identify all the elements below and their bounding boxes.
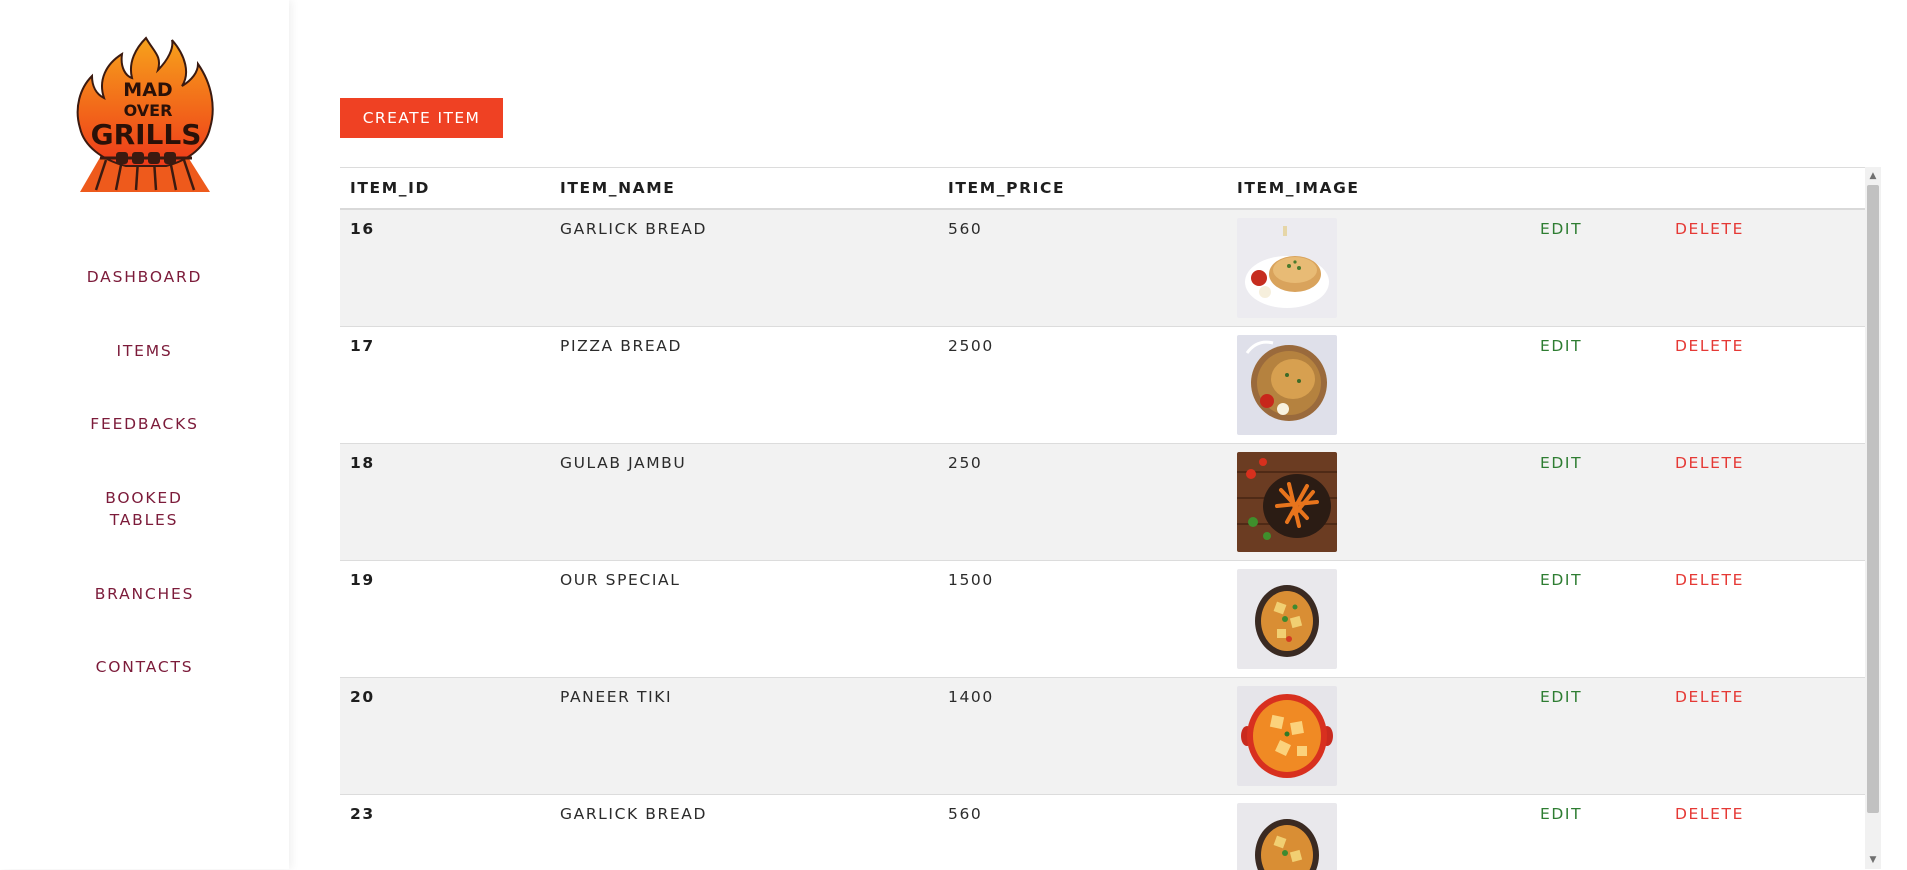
header-item-id: ITEM_ID xyxy=(350,179,430,197)
scrollbar-thumb[interactable] xyxy=(1867,185,1879,813)
item-id-cell: 17 xyxy=(350,337,375,355)
item-image xyxy=(1237,218,1337,318)
item-name-cell: GULAB JAMBU xyxy=(560,454,687,472)
item-price-cell: 2500 xyxy=(948,337,994,355)
sidebar-item-booked-tables[interactable]: BOOKED TABLES xyxy=(84,487,204,531)
item-price-cell: 250 xyxy=(948,454,983,472)
mad-over-grills-logo[interactable]: MAD OVER GRILLS xyxy=(66,34,226,194)
scroll-down-arrow-icon[interactable]: ▼ xyxy=(1865,853,1881,867)
delete-link[interactable]: DELETE xyxy=(1675,688,1744,706)
table-row: 18 GULAB JAMBU 250 EDIT DELETE xyxy=(340,444,1867,561)
header-item-image: ITEM_IMAGE xyxy=(1237,179,1360,197)
item-price-cell: 560 xyxy=(948,220,983,238)
item-name-cell: GARLICK BREAD xyxy=(560,220,708,238)
table-header: ITEM_ID ITEM_NAME ITEM_PRICE ITEM_IMAGE xyxy=(340,168,1867,210)
table-scrollbar[interactable]: ▲ ▼ xyxy=(1865,167,1881,869)
items-table: ITEM_ID ITEM_NAME ITEM_PRICE ITEM_IMAGE … xyxy=(340,167,1867,870)
item-image xyxy=(1237,335,1337,435)
item-name-cell: PANEER TIKI xyxy=(560,688,673,706)
table-row: 17 PIZZA BREAD 2500 EDIT DELETE xyxy=(340,327,1867,444)
delete-link[interactable]: DELETE xyxy=(1675,805,1744,823)
edit-link[interactable]: EDIT xyxy=(1540,571,1582,589)
edit-link[interactable]: EDIT xyxy=(1540,805,1582,823)
logo-text-mad: MAD xyxy=(123,79,172,101)
table-row: 20 PANEER TIKI 1400 EDIT DELETE xyxy=(340,678,1867,795)
scroll-up-arrow-icon[interactable]: ▲ xyxy=(1865,169,1881,183)
table-row: 16 GARLICK BREAD 560 EDIT DELETE xyxy=(340,210,1867,327)
item-id-cell: 19 xyxy=(350,571,375,589)
item-id-cell: 16 xyxy=(350,220,375,238)
item-name-cell: OUR SPECIAL xyxy=(560,571,681,589)
item-price-cell: 1500 xyxy=(948,571,994,589)
header-item-name: ITEM_NAME xyxy=(560,179,676,197)
edit-link[interactable]: EDIT xyxy=(1540,220,1582,238)
delete-link[interactable]: DELETE xyxy=(1675,571,1744,589)
item-price-cell: 1400 xyxy=(948,688,994,706)
table-row: 23 GARLICK BREAD 560 EDIT DELETE xyxy=(340,795,1867,870)
delete-link[interactable]: DELETE xyxy=(1675,220,1744,238)
item-image xyxy=(1237,569,1337,669)
header-item-price: ITEM_PRICE xyxy=(948,179,1066,197)
logo-text-grills: GRILLS xyxy=(91,118,202,151)
item-price-cell: 560 xyxy=(948,805,983,823)
sidebar-item-items[interactable]: ITEMS xyxy=(0,340,289,362)
table-row: 19 OUR SPECIAL 1500 EDIT DELETE xyxy=(340,561,1867,678)
edit-link[interactable]: EDIT xyxy=(1540,337,1582,355)
item-id-cell: 20 xyxy=(350,688,375,706)
item-id-cell: 23 xyxy=(350,805,375,823)
sidebar-item-contacts[interactable]: CONTACTS xyxy=(0,656,289,678)
create-item-button[interactable]: CREATE ITEM xyxy=(340,98,503,138)
sidebar-item-dashboard[interactable]: DASHBOARD xyxy=(0,266,289,288)
edit-link[interactable]: EDIT xyxy=(1540,454,1582,472)
delete-link[interactable]: DELETE xyxy=(1675,337,1744,355)
sidebar-item-branches[interactable]: BRANCHES xyxy=(0,583,289,605)
sidebar: MAD OVER GRILLS DASHBOARD ITEMS FEEDBACK… xyxy=(0,0,289,869)
item-image xyxy=(1237,452,1337,552)
item-image xyxy=(1237,686,1337,786)
sidebar-item-feedbacks[interactable]: FEEDBACKS xyxy=(0,413,289,435)
item-id-cell: 18 xyxy=(350,454,375,472)
item-image xyxy=(1237,803,1337,870)
delete-link[interactable]: DELETE xyxy=(1675,454,1744,472)
item-name-cell: PIZZA BREAD xyxy=(560,337,683,355)
edit-link[interactable]: EDIT xyxy=(1540,688,1582,706)
item-name-cell: GARLICK BREAD xyxy=(560,805,708,823)
